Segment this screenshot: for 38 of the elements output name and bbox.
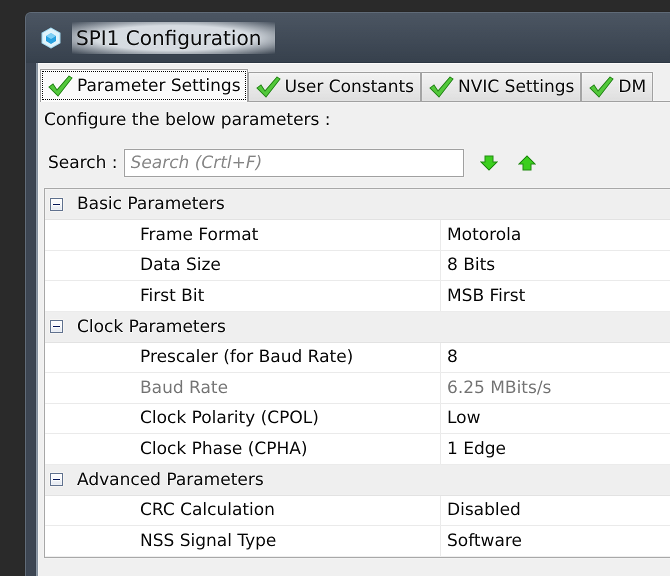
up-arrow-icon[interactable] xyxy=(518,154,536,172)
cube-icon xyxy=(40,27,62,49)
parameter-name: Frame Format xyxy=(45,220,441,250)
instruction-text: Configure the below parameters : xyxy=(44,109,332,132)
down-arrow-icon[interactable] xyxy=(480,154,498,172)
check-icon xyxy=(47,74,73,98)
parameter-name: Prescaler (for Baud Rate) xyxy=(45,342,441,372)
parameter-value[interactable]: Disabled xyxy=(441,500,521,520)
group-label: Advanced Parameters xyxy=(77,470,264,490)
tab[interactable]: Parameter Settings xyxy=(40,69,248,102)
group-label: Clock Parameters xyxy=(77,316,226,336)
group-label: Basic Parameters xyxy=(77,194,225,214)
tab[interactable]: DM xyxy=(581,72,654,101)
parameter-name: Clock Phase (CPHA) xyxy=(45,434,441,464)
search-field[interactable]: Search (Crtl+F) xyxy=(124,149,464,177)
check-icon xyxy=(254,75,281,99)
parameter-name: First Bit xyxy=(45,281,441,310)
parameter-value[interactable]: Motorola xyxy=(441,224,522,245)
parameter-value[interactable]: Low xyxy=(441,408,480,428)
search-label: Search : xyxy=(48,153,118,173)
parameter-value[interactable]: 8 Bits xyxy=(441,255,496,276)
collapse-toggle[interactable] xyxy=(50,198,63,210)
parameter-value[interactable]: MSB First xyxy=(441,286,526,306)
parameter-name: Data Size xyxy=(45,250,441,280)
parameter-value[interactable]: 8 xyxy=(441,347,458,368)
parameter-value[interactable]: 1 Edge xyxy=(441,438,506,459)
parameter-value[interactable]: Software xyxy=(441,530,522,551)
window-title: SPI1 Configuration xyxy=(72,22,276,54)
collapse-toggle[interactable] xyxy=(50,473,63,486)
tab[interactable]: NVIC Settings xyxy=(421,72,582,101)
parameter-name: NSS Signal Type xyxy=(45,526,441,556)
parameter-name: Baud Rate xyxy=(45,373,441,402)
check-icon xyxy=(588,75,614,99)
collapse-toggle[interactable] xyxy=(50,320,63,333)
check-icon xyxy=(428,75,454,99)
parameter-name: CRC Calculation xyxy=(45,496,441,525)
parameter-name: Clock Polarity (CPOL) xyxy=(45,404,441,433)
tab[interactable]: User Constants xyxy=(248,72,422,101)
